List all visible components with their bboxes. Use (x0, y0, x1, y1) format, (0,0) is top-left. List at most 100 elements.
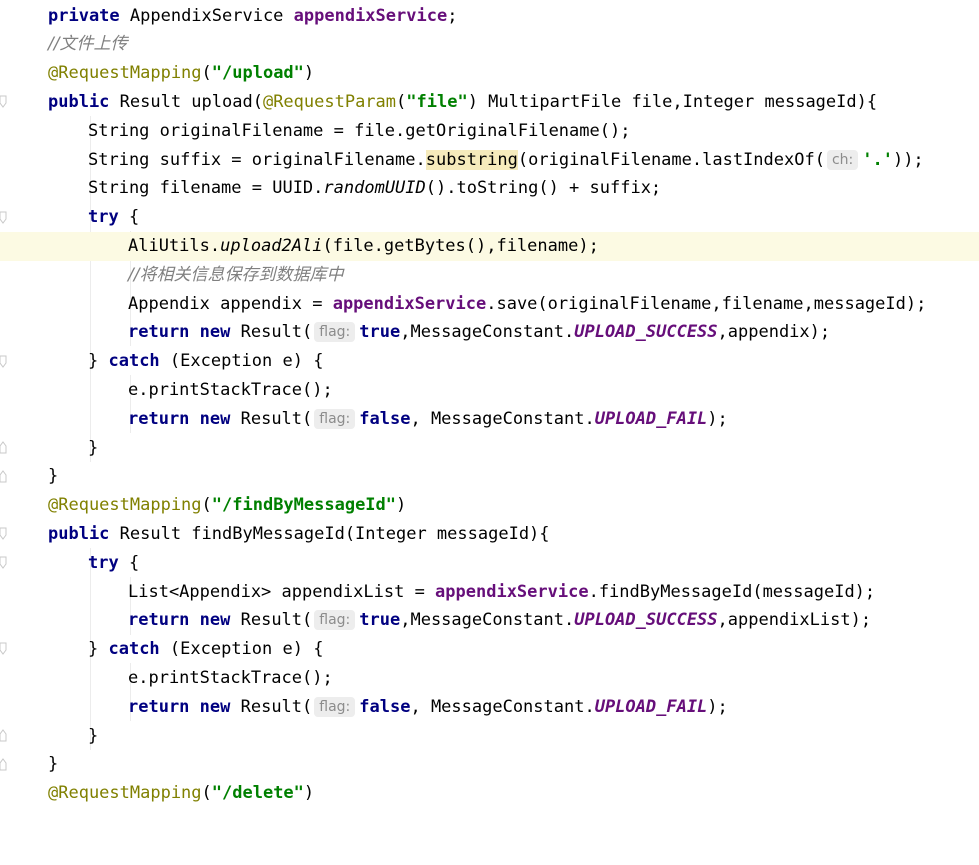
constant: UPLOAD_SUCCESS (574, 322, 718, 342)
punctuation: } (48, 754, 59, 774)
punctuation: } (48, 466, 59, 486)
string-literal: "/findByMessageId" (211, 495, 397, 515)
type-name: AppendixService (129, 6, 294, 26)
code-line[interactable]: String filename = UUID.randomUUID().toSt… (0, 174, 979, 203)
keyword: new (199, 610, 241, 630)
constant: UPLOAD_SUCCESS (574, 610, 718, 630)
code-line[interactable]: Appendix appendix = appendixService.save… (0, 290, 979, 319)
code-line[interactable]: //将相关信息保存到数据库中 (0, 261, 979, 290)
code-line[interactable]: private AppendixService appendixService; (0, 2, 979, 31)
keyword: new (199, 322, 241, 342)
annotation: @RequestMapping (48, 783, 202, 803)
constant: UPLOAD_FAIL (594, 697, 708, 717)
code-line[interactable]: public Result findByMessageId(Integer me… (0, 520, 979, 549)
string-literal: "file" (406, 92, 468, 112)
code-line[interactable]: @RequestMapping("/delete") (0, 779, 979, 808)
code-text: (file.getBytes(),filename); (322, 236, 599, 256)
punctuation: } (88, 351, 109, 371)
punctuation: ; (447, 6, 458, 26)
code-line[interactable]: String originalFilename = file.getOrigin… (0, 117, 979, 146)
code-line[interactable]: return new Result(flag: true,MessageConst… (0, 318, 979, 347)
punctuation: ( (396, 92, 407, 112)
field-name: appendixService (293, 6, 448, 26)
code-text: Result upload( (119, 92, 263, 112)
punctuation: ( (201, 63, 212, 83)
annotation: @RequestMapping (48, 63, 202, 83)
keyword: private (48, 6, 130, 26)
current-code-line[interactable]: AliUtils.upload2Ali(file.getBytes(),file… (0, 232, 979, 261)
keyword: return (128, 610, 200, 630)
code-text: , MessageConstant. (410, 697, 595, 717)
code-line[interactable]: } (0, 462, 979, 491)
keyword: return (128, 697, 200, 717)
code-text: ,appendixList); (717, 610, 872, 630)
keyword: return (128, 322, 200, 342)
code-line[interactable]: } catch (Exception e) { (0, 635, 979, 664)
code-text: e.printStackTrace(); (128, 668, 333, 688)
static-method: upload2Ali (220, 236, 323, 256)
code-text: , MessageConstant. (410, 409, 595, 429)
code-line[interactable]: @RequestMapping("/upload") (0, 59, 979, 88)
punctuation: ( (201, 495, 212, 515)
warning-highlight[interactable]: substring (425, 150, 518, 170)
code-text: List<Appendix> appendixList = (128, 582, 436, 602)
punctuation: { (128, 207, 140, 227)
punctuation: ( (201, 783, 212, 803)
string-literal: "/upload" (211, 63, 304, 83)
code-line[interactable]: } (0, 434, 979, 463)
comment: //文件上传 (48, 34, 128, 54)
code-line[interactable]: //文件上传 (0, 30, 979, 59)
string-literal: '.' (862, 150, 893, 170)
code-line[interactable]: String suffix = originalFilename.substri… (0, 146, 979, 175)
code-line[interactable]: return new Result(flag: true,MessageConst… (0, 606, 979, 635)
code-text: ); (707, 409, 728, 429)
parameter-hint: flag: (314, 409, 356, 429)
code-text: Result( (240, 610, 313, 630)
keyword: false (359, 697, 411, 717)
annotation: @RequestMapping (48, 495, 202, 515)
keyword: new (199, 697, 241, 717)
code-line[interactable]: return new Result(flag: false, MessageCon… (0, 693, 979, 722)
code-editor[interactable]: private AppendixService appendixService;… (0, 0, 979, 813)
punctuation: ) (303, 783, 315, 803)
punctuation: } (88, 438, 99, 458)
code-line[interactable]: try { (0, 549, 979, 578)
code-text: .findByMessageId(messageId); (588, 582, 876, 602)
code-text: (Exception e) { (169, 639, 324, 659)
code-text: String filename = UUID. (88, 178, 324, 198)
keyword: false (359, 409, 411, 429)
string-literal: "/delete" (211, 783, 304, 803)
keyword: return (128, 409, 200, 429)
static-method: randomUUID (323, 178, 426, 198)
code-line[interactable]: List<Appendix> appendixList = appendixSe… (0, 578, 979, 607)
code-text: (originalFilename.lastIndexOf( (517, 150, 825, 170)
field-name: appendixService (435, 582, 589, 602)
code-text: Result( (240, 697, 313, 717)
code-line[interactable]: try { (0, 203, 979, 232)
code-text: .save(originalFilename,filename,messageI… (486, 294, 927, 314)
constant: UPLOAD_FAIL (594, 409, 708, 429)
code-line[interactable]: } (0, 750, 979, 779)
code-text: Result findByMessageId(Integer messageId… (119, 524, 550, 544)
code-text: String suffix = originalFilename. (88, 150, 426, 170)
parameter-hint: flag: (314, 322, 356, 342)
keyword: try (88, 207, 129, 227)
code-text: AliUtils. (128, 236, 221, 256)
code-text: (Exception e) { (169, 351, 324, 371)
code-text: e.printStackTrace(); (128, 380, 333, 400)
code-line[interactable]: } (0, 722, 979, 751)
annotation: @RequestParam (262, 92, 397, 112)
code-text: )); (892, 150, 924, 170)
code-line[interactable]: public Result upload(@RequestParam("file… (0, 88, 979, 117)
code-line[interactable]: return new Result(flag: false, MessageCon… (0, 405, 979, 434)
comment: //将相关信息保存到数据库中 (128, 265, 344, 285)
code-line[interactable]: e.printStackTrace(); (0, 376, 979, 405)
keyword: try (88, 553, 129, 573)
keyword: true (359, 610, 401, 630)
code-text: String originalFilename = file.getOrigin… (88, 121, 631, 141)
code-line[interactable]: } catch (Exception e) { (0, 347, 979, 376)
punctuation: ) (303, 63, 315, 83)
code-line[interactable]: e.printStackTrace(); (0, 664, 979, 693)
code-line[interactable]: @RequestMapping("/findByMessageId") (0, 491, 979, 520)
code-text: Result( (240, 409, 313, 429)
